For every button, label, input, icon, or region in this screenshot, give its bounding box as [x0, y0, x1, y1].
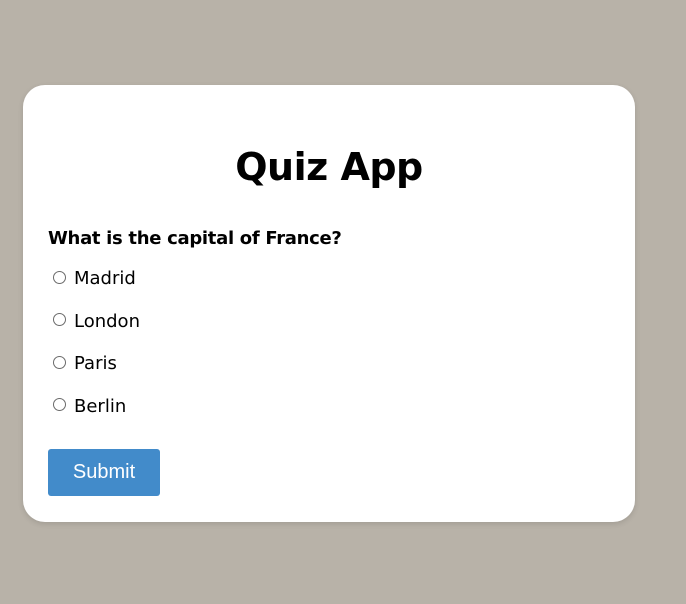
option-label[interactable]: Madrid	[74, 266, 136, 292]
radio-unchecked-icon[interactable]	[53, 398, 66, 411]
radio-unchecked-icon[interactable]	[53, 355, 66, 369]
question-text: What is the capital of France?	[48, 228, 342, 249]
option-berlin[interactable]: Berlin	[53, 394, 140, 420]
quiz-card: Quiz App What is the capital of France? …	[23, 85, 635, 522]
option-london[interactable]: London	[53, 309, 140, 335]
radio-unchecked-icon[interactable]	[53, 313, 66, 326]
option-madrid[interactable]: Madrid	[53, 266, 140, 292]
option-label[interactable]: Paris	[74, 351, 117, 377]
answer-options: Madrid London Paris Berlin	[53, 266, 140, 436]
option-paris[interactable]: Paris	[53, 351, 140, 377]
page-title: Quiz App	[235, 145, 423, 189]
option-label[interactable]: London	[74, 309, 140, 335]
option-label[interactable]: Berlin	[74, 394, 126, 420]
submit-button[interactable]: Submit	[48, 449, 160, 496]
radio-unchecked-icon[interactable]	[53, 270, 66, 284]
